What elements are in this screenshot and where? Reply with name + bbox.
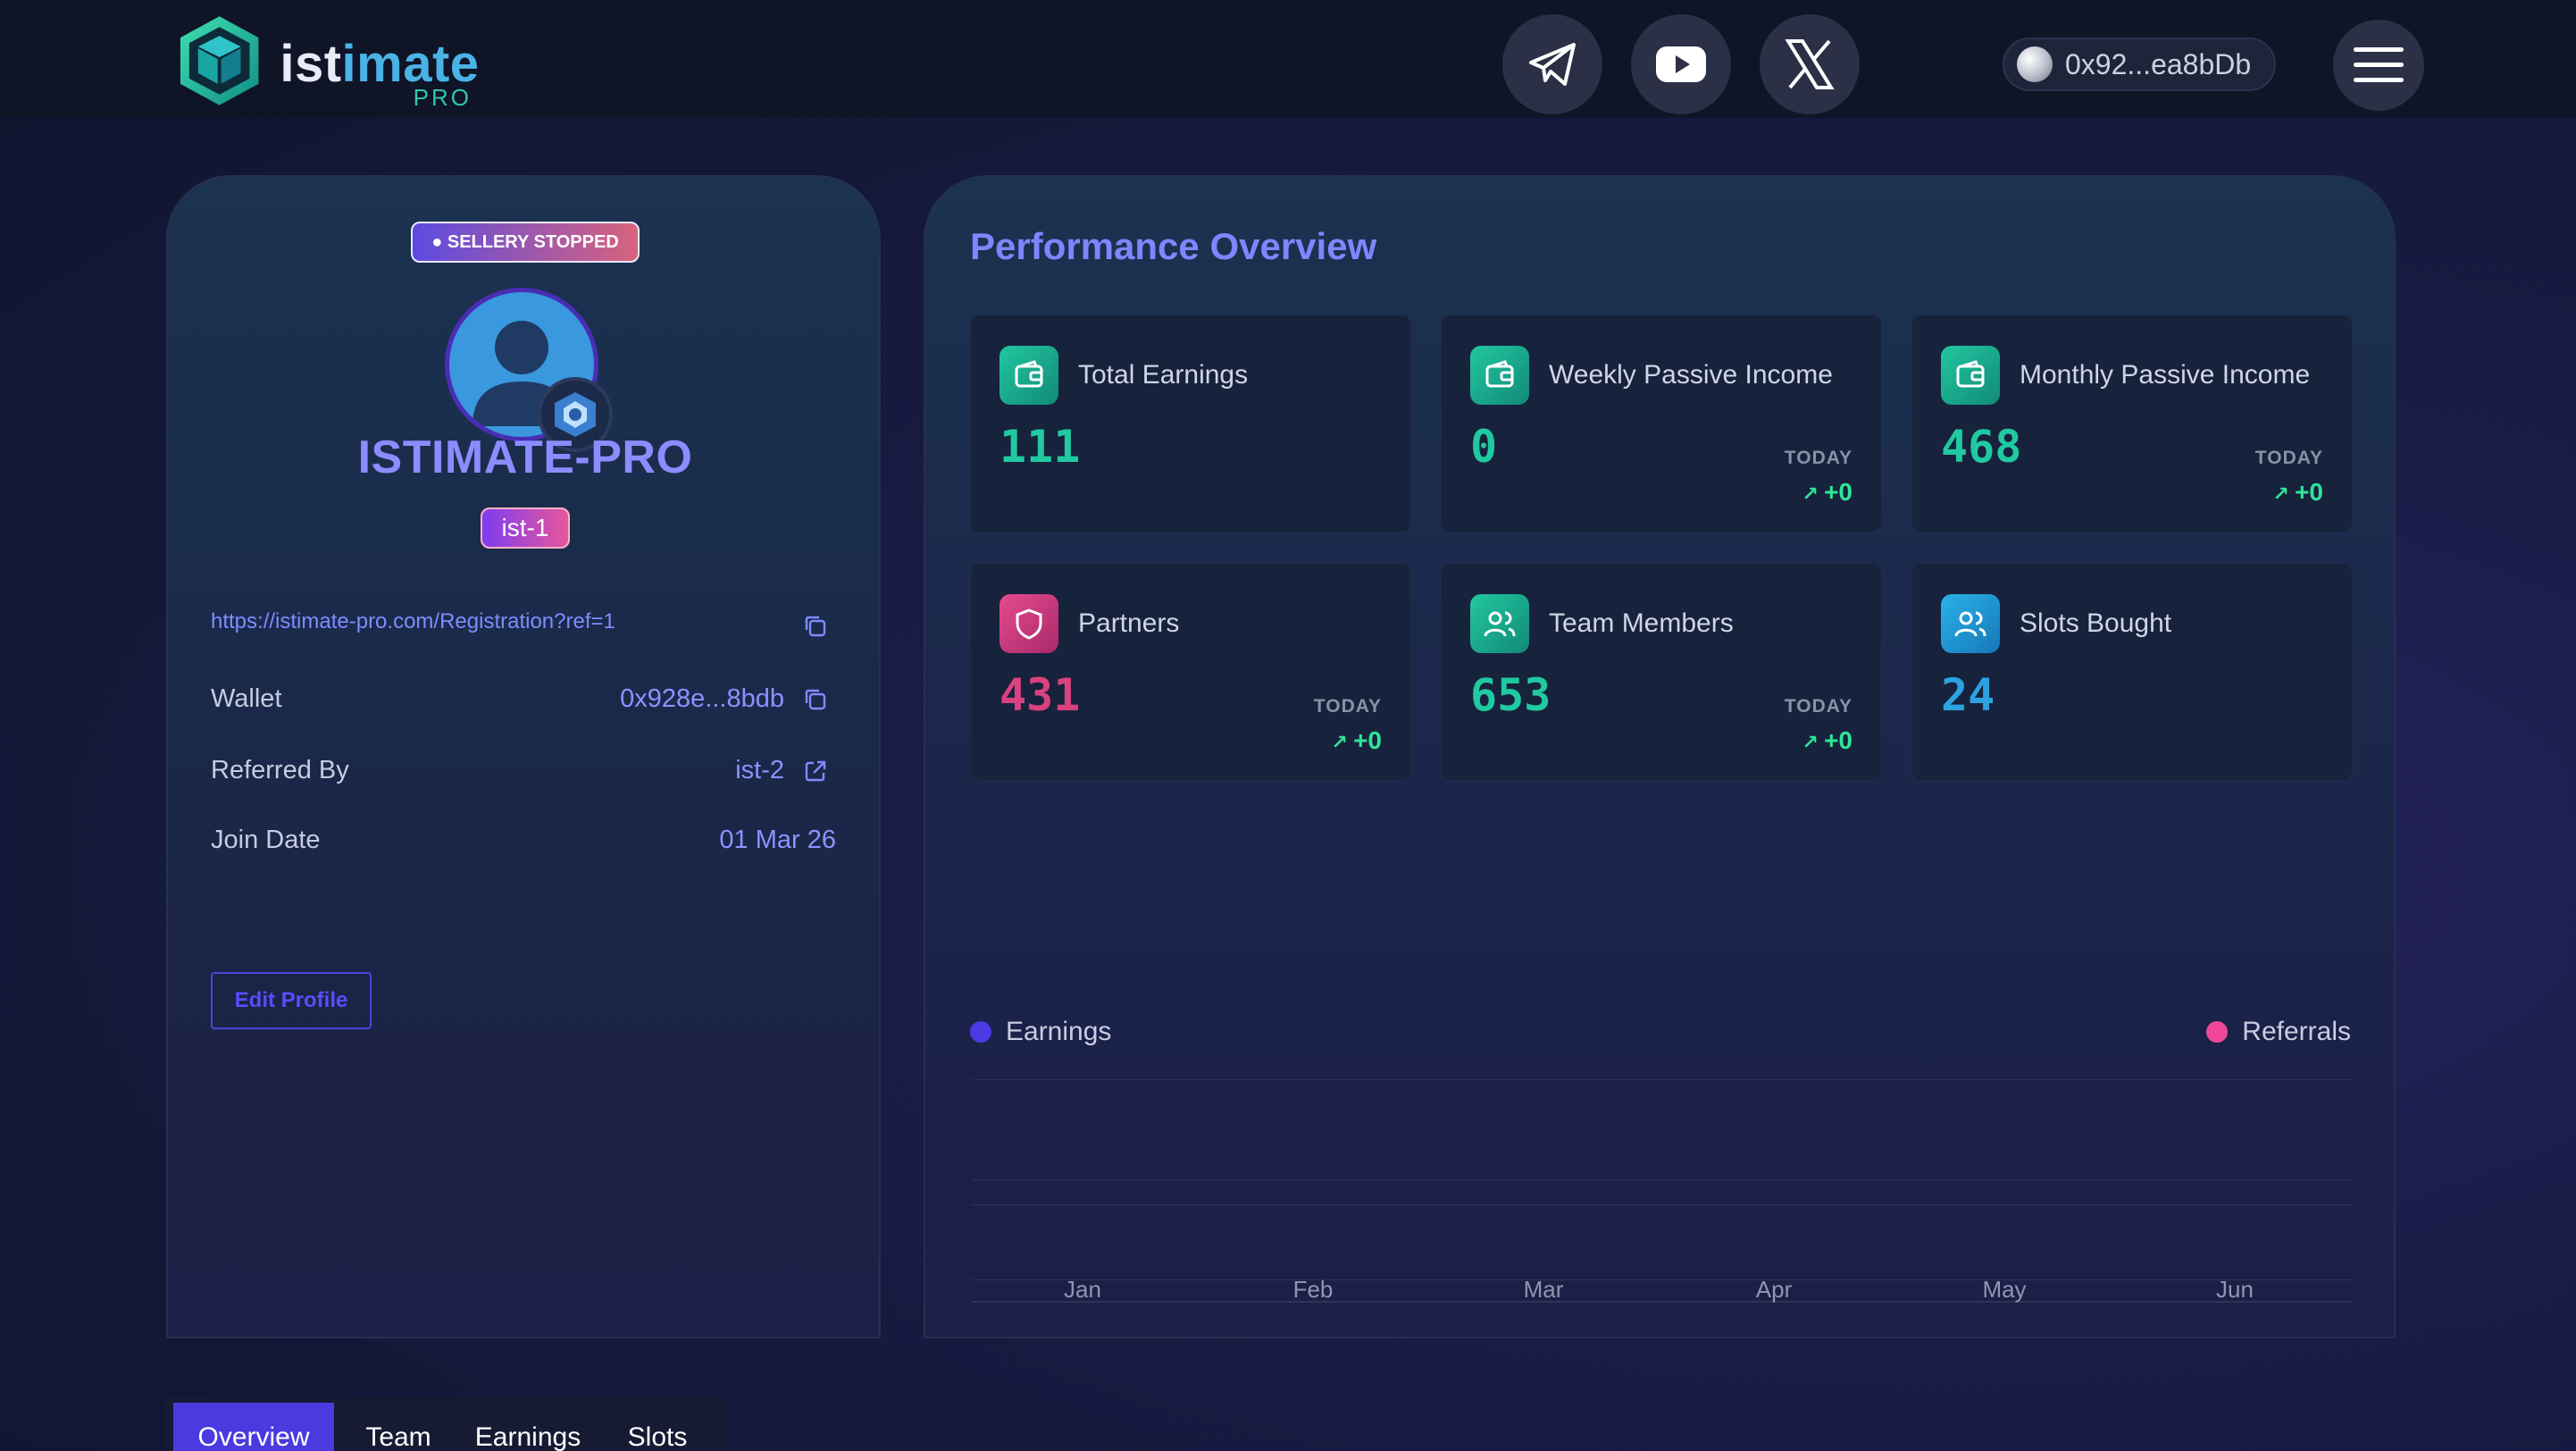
wallet-icon (999, 346, 1058, 405)
stat-value: 431 (999, 669, 1081, 721)
stat-value: 653 (1470, 669, 1551, 721)
today-delta: ↗ +0 (1331, 726, 1382, 754)
users-icon (1941, 594, 2000, 653)
tab-overview[interactable]: Overview (173, 1403, 334, 1451)
grid-line (972, 1079, 2353, 1080)
stat-value: 24 (1941, 669, 1995, 721)
x-tick: Feb (1292, 1276, 1334, 1303)
telegram-button[interactable] (1502, 14, 1602, 114)
x-icon (1785, 39, 1835, 89)
profile-card: ● SELLERY STOPPED ISTIMATE-PRO ist-1 htt… (166, 175, 881, 1338)
legend-dot (970, 1021, 991, 1043)
user-id-badge: ist-1 (481, 507, 570, 549)
x-tick: Jan (1064, 1276, 1101, 1303)
tab-earnings[interactable]: Earnings (461, 1403, 595, 1451)
join-date-value: 01 Mar 26 (719, 826, 836, 854)
users-icon (1470, 594, 1529, 653)
legend-referrals[interactable]: Referrals (2206, 1017, 2351, 1047)
brand-logo[interactable]: istimate PRO (171, 11, 479, 111)
top-bar: istimate PRO 0x92...ea8bDb (0, 0, 2576, 118)
today-label: TODAY (1313, 696, 1382, 717)
x-axis (972, 1301, 2353, 1303)
wallet-connect-button[interactable]: 0x92...ea8bDb (2003, 38, 2276, 91)
trend-up-icon: ↗ (1802, 731, 1825, 753)
hamburger-icon (2354, 47, 2404, 82)
legend-label: Earnings (1006, 1017, 1112, 1046)
stat-label: Slots Bought (2020, 608, 2172, 638)
stat-label: Monthly Passive Income (2020, 360, 2311, 390)
stat-card-monthly-passive-income[interactable]: Monthly Passive Income 468 TODAY ↗ +0 (1911, 315, 2353, 533)
performance-title: Performance Overview (970, 225, 1377, 267)
telegram-icon (1529, 43, 1576, 86)
edit-profile-button[interactable]: Edit Profile (211, 972, 372, 1029)
today-delta: ↗ +0 (1802, 726, 1853, 754)
trend-up-icon: ↗ (2272, 482, 2296, 505)
tab-slots[interactable]: Slots (604, 1403, 711, 1451)
shield-icon (999, 594, 1058, 653)
stat-label: Team Members (1549, 608, 1734, 638)
grid-line (972, 1179, 2353, 1180)
legend-dot (2206, 1021, 2229, 1043)
stat-card-slots-bought[interactable]: Slots Bought 24 (1911, 563, 2353, 781)
today-label: TODAY (1784, 696, 1853, 717)
grid-line (972, 1279, 2353, 1280)
tab-team[interactable]: Team (345, 1403, 452, 1451)
copy-wallet-icon[interactable] (802, 686, 829, 713)
x-button[interactable] (1760, 14, 1860, 114)
legend-label: Referrals (2242, 1017, 2351, 1046)
grid-line (972, 1204, 2353, 1205)
stat-value: 468 (1941, 421, 2022, 473)
profile-name: ISTIMATE-PRO (357, 432, 693, 483)
stat-label: Partners (1078, 608, 1180, 638)
today-label: TODAY (2254, 448, 2323, 468)
youtube-button[interactable] (1631, 14, 1731, 114)
trend-up-icon: ↗ (1802, 482, 1825, 505)
section-tabs: Overview Team Earnings Slots (166, 1397, 729, 1451)
x-tick: May (1982, 1276, 2027, 1303)
performance-panel: Performance Overview Total Earnings 111 … (924, 175, 2396, 1338)
x-tick: Mar (1523, 1276, 1564, 1303)
wallet-avatar (2017, 46, 2053, 82)
stat-card-weekly-passive-income[interactable]: Weekly Passive Income 0 TODAY ↗ +0 (1441, 315, 1882, 533)
stat-label: Weekly Passive Income (1549, 360, 1833, 390)
avatar (445, 288, 613, 452)
today-delta: ↗ +0 (2272, 478, 2323, 506)
referred-by-label: Referred By (211, 756, 349, 784)
referral-link[interactable]: https://istimate-pro.com/Registration?re… (211, 609, 615, 634)
legend-earnings[interactable]: Earnings (970, 1017, 1111, 1047)
wallet-label: Wallet (211, 684, 282, 713)
x-tick: Jun (2216, 1276, 2254, 1303)
stat-card-total-earnings[interactable]: Total Earnings 111 (970, 315, 1411, 533)
external-link-icon[interactable] (802, 758, 829, 784)
stat-value: 0 (1470, 421, 1498, 473)
x-tick: Apr (1755, 1276, 1793, 1303)
referred-by-value[interactable]: ist-2 (735, 756, 784, 785)
today-delta: ↗ +0 (1802, 478, 1853, 506)
stat-card-team-members[interactable]: Team Members 653 TODAY ↗ +0 (1441, 563, 1882, 781)
stat-card-partners[interactable]: Partners 431 TODAY ↗ +0 (970, 563, 1411, 781)
join-date-label: Join Date (211, 826, 321, 854)
youtube-icon (1656, 46, 1706, 82)
stat-value: 111 (999, 421, 1081, 473)
brand-sub: PRO (413, 84, 472, 111)
status-badge: ● SELLERY STOPPED (411, 222, 640, 263)
wallet-value: 0x928e...8bdb (620, 684, 784, 713)
wallet-icon (1941, 346, 2000, 405)
performance-chart (972, 1070, 2353, 1303)
wallet-icon (1470, 346, 1529, 405)
stat-label: Total Earnings (1078, 360, 1249, 390)
cube-logo-icon (180, 16, 259, 105)
wallet-address: 0x92...ea8bDb (2065, 47, 2252, 80)
trend-up-icon: ↗ (1331, 731, 1354, 753)
today-label: TODAY (1784, 448, 1853, 468)
copy-icon[interactable] (802, 613, 829, 640)
menu-button[interactable] (2333, 20, 2424, 111)
